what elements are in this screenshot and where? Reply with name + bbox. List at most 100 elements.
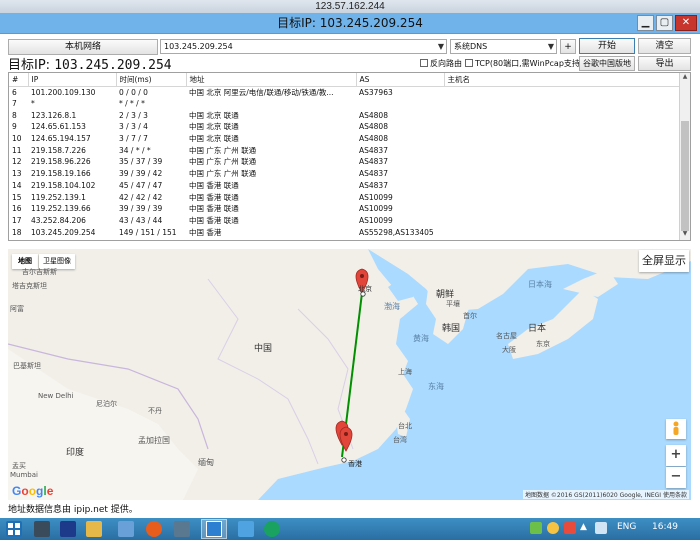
- table-cell: 中国 香港: [189, 227, 222, 237]
- table-row[interactable]: 15 119.252.139.1 42 / 42 / 42 中国 香港 联通 AS100…: [9, 191, 681, 203]
- column-header[interactable]: 时间(ms): [116, 73, 187, 87]
- table-cell: 7: [12, 99, 17, 109]
- tray-expand-icon[interactable]: ▲: [580, 522, 587, 532]
- table-row[interactable]: 14 219.158.104.102 45 / 47 / 47 中国 香港 联通 AS4…: [9, 180, 681, 192]
- table-cell: [444, 203, 681, 215]
- app-icon[interactable]: [264, 521, 280, 537]
- table-row[interactable]: 10 124.65.194.157 3 / 7 / 7 中国 北京 联通 AS4808: [9, 133, 681, 145]
- close-button[interactable]: ✕: [675, 15, 697, 31]
- status-text: 地址数据信息由 ipip.net 提供。: [8, 505, 138, 515]
- table-row[interactable]: 7 * * / * / *: [9, 98, 681, 110]
- target-ip-value: 103.245.209.254: [54, 58, 172, 73]
- checkbox-icon[interactable]: [465, 59, 473, 67]
- column-header[interactable]: IP: [28, 73, 117, 87]
- tray-icon[interactable]: [547, 522, 559, 534]
- map-label: 尼泊尔: [96, 400, 117, 408]
- network-icon[interactable]: [595, 522, 607, 534]
- table-cell: 123.126.8.1: [31, 110, 77, 120]
- local-network-button[interactable]: 本机网络: [8, 39, 158, 55]
- table-cell: 8: [12, 110, 17, 120]
- export-button[interactable]: 导出: [638, 56, 691, 71]
- table-cell: AS4808: [359, 110, 388, 120]
- tcp-checkbox[interactable]: TCP(80端口,需WinPcap支持): [465, 58, 583, 69]
- zoom-in-button[interactable]: +: [666, 445, 686, 466]
- table-cell: AS55298,AS133405: [359, 227, 434, 237]
- file-explorer-icon[interactable]: [86, 521, 102, 537]
- scrollbar-thumb[interactable]: [681, 121, 689, 231]
- map-label: 东京: [536, 340, 550, 348]
- table-row[interactable]: 11 219.158.7.226 34 / * / * 中国 广东 广州 联通 AS48…: [9, 144, 681, 156]
- chevron-down-icon[interactable]: ▼: [548, 40, 554, 53]
- table-cell: 119.252.139.1: [31, 192, 86, 202]
- column-header[interactable]: #: [9, 73, 29, 87]
- table-cell: 18: [12, 227, 22, 237]
- minimize-button[interactable]: ▁: [637, 15, 654, 31]
- maximize-button[interactable]: ▢: [656, 15, 673, 31]
- clear-button[interactable]: 清空: [638, 38, 691, 54]
- map-attribution[interactable]: 地图数据 ©2016 GS(2011)6020 Google, INEGI 使用…: [522, 490, 689, 499]
- table-cell: 34 / * / *: [119, 145, 151, 155]
- table-row[interactable]: 12 219.158.96.226 35 / 37 / 39 中国 广东 广州 联通 A…: [9, 156, 681, 168]
- table-row[interactable]: 17 43.252.84.206 43 / 43 / 44 中国 香港 联通 AS100…: [9, 215, 681, 227]
- besttrace-taskbar-item[interactable]: [201, 519, 227, 539]
- table-cell: *: [31, 99, 35, 109]
- map-label: 印度: [66, 448, 85, 458]
- google-china-map-button[interactable]: 谷歌中国版地图: [579, 56, 635, 82]
- add-dns-button[interactable]: +: [560, 39, 576, 54]
- table-cell: 中国 北京 联通: [189, 110, 239, 120]
- powershell-icon[interactable]: [60, 521, 76, 537]
- checkbox-icon[interactable]: [420, 59, 428, 67]
- table-cell: AS4837: [359, 169, 388, 179]
- table-cell: 219.158.104.102: [31, 180, 96, 190]
- table-row[interactable]: 18 103.245.209.254 149 / 151 / 151 中国 香港 AS5…: [9, 226, 681, 238]
- dns-select[interactable]: 系统DNS ▼: [450, 39, 557, 54]
- target-ip-display: 目标IP: 103.245.209.254: [8, 54, 172, 73]
- street-view-pegman-icon[interactable]: [666, 419, 686, 439]
- table-cell: 16: [12, 204, 22, 214]
- table-cell: 42 / 42 / 42: [119, 192, 163, 202]
- start-button[interactable]: 开始: [579, 38, 635, 54]
- map-label: 北京: [358, 285, 372, 293]
- app-icon[interactable]: [174, 521, 190, 537]
- route-map[interactable]: 地图 卫星图像 全屏显示 北京 中国 香港 朝鲜 平壤 韩国 首尔 日本 名古屋…: [8, 249, 691, 500]
- column-header[interactable]: 地址: [186, 73, 357, 87]
- target-input[interactable]: 103.245.209.254 ▼: [160, 39, 447, 54]
- column-header[interactable]: 主机名: [444, 73, 681, 87]
- map-label: 名古屋: [496, 332, 517, 340]
- table-scrollbar[interactable]: ▲ ▼: [679, 73, 690, 240]
- reverse-route-checkbox[interactable]: 反向路由: [420, 58, 462, 69]
- table-row[interactable]: 16 119.252.139.66 39 / 39 / 39 中国 香港 联通 AS10…: [9, 203, 681, 215]
- target-input-value: 103.245.209.254: [164, 42, 233, 51]
- google-logo: Google: [12, 484, 54, 498]
- ie-icon[interactable]: [118, 521, 134, 537]
- start-icon[interactable]: [6, 521, 22, 537]
- window-titlebar: 目标IP: 103.245.209.254 ▁ ▢ ✕: [0, 13, 700, 34]
- firefox-icon[interactable]: [146, 521, 162, 537]
- fullscreen-button[interactable]: 全屏显示: [639, 250, 689, 272]
- table-cell: 11: [12, 145, 22, 155]
- chevron-down-icon[interactable]: ▼: [438, 40, 444, 53]
- app-icon[interactable]: [238, 521, 254, 537]
- map-label: 东海: [428, 382, 444, 391]
- language-indicator[interactable]: ENG: [617, 522, 636, 532]
- trace-table: # IP 时间(ms) 地址 AS 主机名 6 101.200.109.130 0 …: [8, 72, 691, 241]
- table-row[interactable]: 9 124.65.61.153 3 / 3 / 4 中国 北京 联通 AS4808: [9, 121, 681, 133]
- table-cell: 中国 北京 联通: [189, 122, 239, 132]
- server-manager-icon[interactable]: [34, 521, 50, 537]
- column-header[interactable]: AS: [356, 73, 445, 87]
- zoom-out-button[interactable]: −: [666, 467, 686, 488]
- table-cell: 17: [12, 215, 22, 225]
- table-cell: AS10099: [359, 204, 393, 214]
- table-row[interactable]: 13 219.158.19.166 39 / 39 / 42 中国 广东 广州 联通 A…: [9, 168, 681, 180]
- scroll-up-icon[interactable]: ▲: [680, 73, 690, 83]
- clock[interactable]: 16:49: [652, 522, 678, 532]
- table-cell: 中国 香港 联通: [189, 204, 239, 214]
- table-cell: [444, 121, 681, 133]
- scroll-down-icon[interactable]: ▼: [680, 230, 690, 240]
- tray-icon[interactable]: [530, 522, 542, 534]
- table-cell: [444, 86, 681, 98]
- table-cell: [444, 226, 681, 238]
- table-row[interactable]: 8 123.126.8.1 2 / 3 / 3 中国 北京 联通 AS4808: [9, 109, 681, 121]
- tray-icon[interactable]: [564, 522, 576, 534]
- table-row[interactable]: 6 101.200.109.130 0 / 0 / 0 中国 北京 阿里云/电信/联通…: [9, 86, 681, 98]
